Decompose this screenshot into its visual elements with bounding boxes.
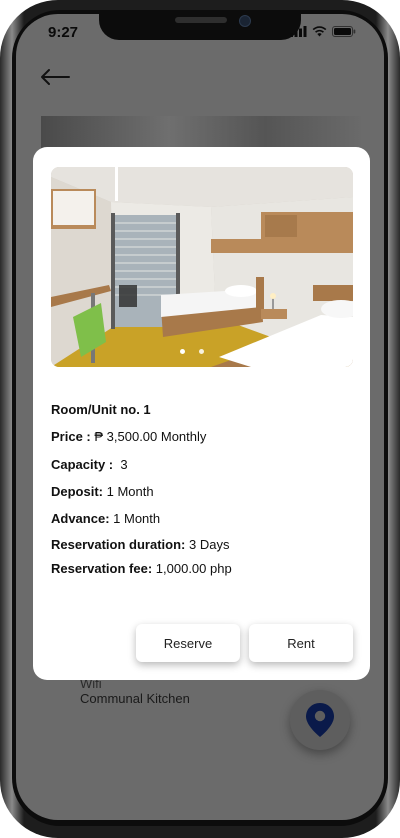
price-value: ₱ 3,500.00 Monthly — [94, 429, 207, 444]
deposit-value: 1 Month — [106, 484, 154, 499]
reservation-fee-label: Reservation fee: — [51, 561, 153, 576]
back-arrow-icon[interactable] — [40, 68, 70, 91]
room-photo — [51, 167, 353, 367]
reservation-fee-value: 1,000.00 php — [155, 561, 232, 576]
screen: 9:27 Wifi Communal Kitchen Room/Unit no.… — [16, 14, 384, 820]
reservation-duration-row: Reservation duration: 3 Days — [51, 537, 229, 552]
capacity-row: Capacity : 3 — [51, 457, 128, 472]
deposit-label: Deposit: — [51, 484, 103, 499]
carousel-dot-2[interactable] — [199, 349, 204, 354]
status-icons — [290, 26, 356, 37]
amenity-communal-kitchen: Communal Kitchen — [80, 691, 190, 706]
reservation-fee-row: Reservation fee: 1,000.00 php — [51, 561, 232, 576]
carousel-dot-1[interactable] — [180, 349, 185, 354]
map-pin-icon — [306, 703, 334, 737]
signal-icon — [290, 26, 307, 37]
status-time: 9:27 — [48, 24, 79, 41]
battery-icon — [332, 26, 356, 37]
reserve-button[interactable]: Reserve — [136, 624, 240, 662]
advance-row: Advance: 1 Month — [51, 511, 160, 526]
map-button[interactable] — [290, 690, 350, 750]
room-details-modal: Room/Unit no. 1 Price : ₱ 3,500.00 Month… — [33, 147, 370, 680]
rent-button[interactable]: Rent — [249, 624, 353, 662]
advance-label: Advance: — [51, 511, 110, 526]
notch — [99, 14, 301, 40]
deposit-row: Deposit: 1 Month — [51, 484, 154, 499]
room-title: Room/Unit no. 1 — [51, 402, 151, 417]
capacity-label: Capacity : — [51, 457, 114, 472]
price-label: Price : — [51, 429, 91, 444]
advance-value: 1 Month — [113, 511, 161, 526]
camera — [239, 15, 251, 27]
reservation-duration-label: Reservation duration: — [51, 537, 186, 552]
reservation-duration-value: 3 Days — [188, 537, 230, 552]
wifi-icon — [312, 26, 327, 37]
speaker — [175, 17, 227, 23]
price-row: Price : ₱ 3,500.00 Monthly — [51, 429, 206, 444]
capacity-value: 3 — [120, 457, 128, 472]
